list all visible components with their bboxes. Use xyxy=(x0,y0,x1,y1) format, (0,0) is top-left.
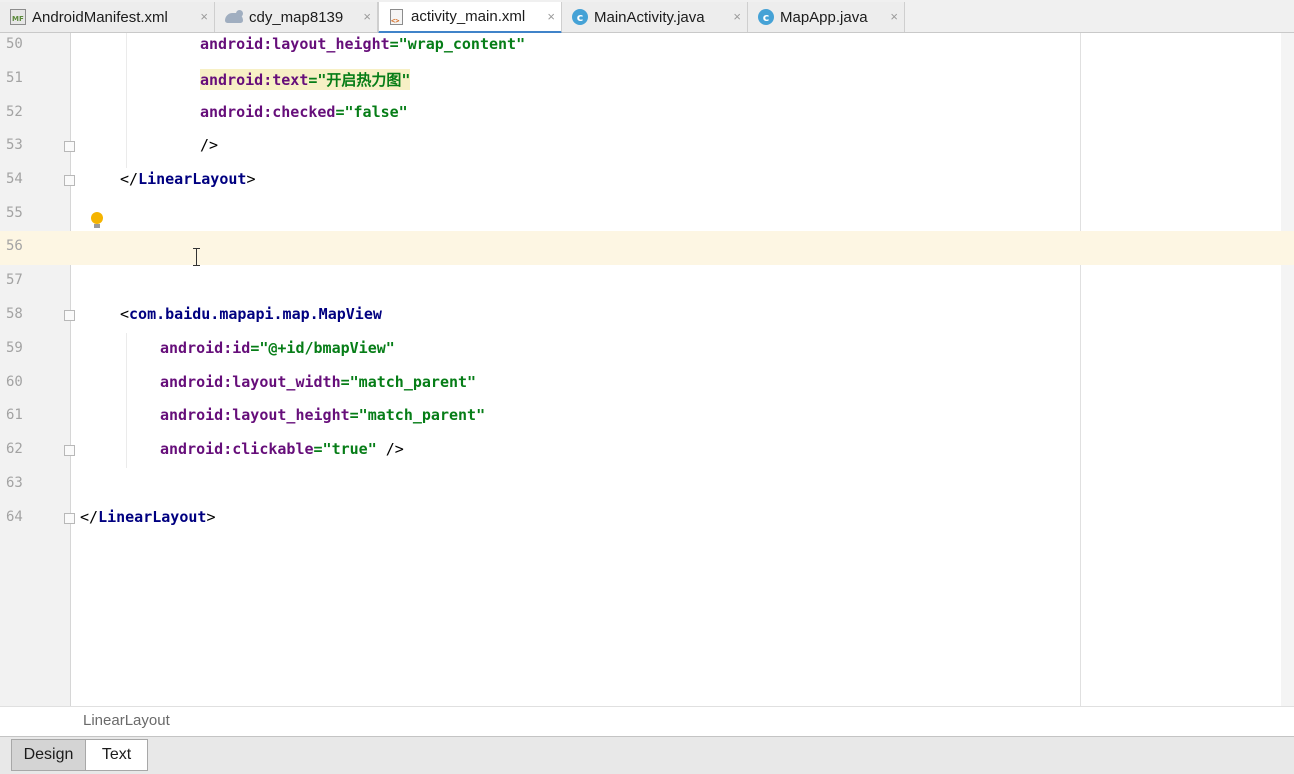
breadcrumb-item[interactable]: LinearLayout xyxy=(83,712,170,729)
tab-cdy-map8139[interactable]: cdy_map8139 × xyxy=(215,2,378,32)
tab-mainactivity[interactable]: c MainActivity.java × xyxy=(562,2,748,32)
tab-mapapp[interactable]: c MapApp.java × xyxy=(748,2,905,32)
java-class-icon: c xyxy=(758,9,774,25)
code-text: android:layout_height="match_parent" xyxy=(160,406,486,424)
fold-marker-icon[interactable] xyxy=(64,513,75,524)
code-line: 59 android:id="@+id/bmapView" xyxy=(0,333,1294,367)
fold-marker-icon[interactable] xyxy=(64,141,75,152)
close-icon[interactable]: × xyxy=(363,9,371,24)
code-line: 60 android:layout_width="match_parent" xyxy=(0,367,1294,401)
code-line: 57 xyxy=(0,265,1294,299)
code-text: android:clickable="true" /> xyxy=(160,440,404,458)
xml-file-icon: <> xyxy=(389,8,405,25)
fold-marker-icon[interactable] xyxy=(64,310,75,321)
line-number: 56 xyxy=(6,238,23,254)
view-mode-tabs: Design Text xyxy=(0,736,1294,774)
code-text: android:layout_width="match_parent" xyxy=(160,373,477,391)
code-text: android:layout_height="wrap_content" xyxy=(200,35,526,53)
code-text: android:id="@+id/bmapView" xyxy=(160,339,395,357)
close-icon[interactable]: × xyxy=(200,9,208,24)
code-text-highlighted: android:text="开启热力图" xyxy=(200,69,411,90)
line-number: 57 xyxy=(6,272,23,288)
code-line: 54 </LinearLayout> xyxy=(0,164,1294,198)
code-line: 63 xyxy=(0,468,1294,502)
fold-marker-icon[interactable] xyxy=(64,445,75,456)
code-text: <com.baidu.mapapi.map.MapView xyxy=(120,305,382,323)
code-line: 58 <com.baidu.mapapi.map.MapView xyxy=(0,299,1294,333)
tab-androidmanifest[interactable]: AndroidManifest.xml × xyxy=(0,2,215,32)
line-number: 60 xyxy=(6,374,23,390)
tab-label: MapApp.java xyxy=(780,8,868,26)
tab-label: activity_main.xml xyxy=(411,8,526,25)
lightbulb-icon[interactable] xyxy=(90,212,104,230)
code-line: 64 </LinearLayout> xyxy=(0,502,1294,536)
line-number: 53 xyxy=(6,137,23,153)
code-text: android:checked="false" xyxy=(200,103,408,121)
tab-text[interactable]: Text xyxy=(86,739,148,771)
line-number: 58 xyxy=(6,306,23,322)
line-number: 52 xyxy=(6,104,23,120)
tab-label: MainActivity.java xyxy=(594,8,705,26)
java-class-icon: c xyxy=(572,9,588,25)
code-text: /> xyxy=(200,136,219,154)
tab-label: AndroidManifest.xml xyxy=(32,8,168,26)
code-line: 52 android:checked="false" xyxy=(0,97,1294,131)
line-number: 51 xyxy=(6,70,23,86)
code-line: 51 android:text="开启热力图" xyxy=(0,63,1294,97)
manifest-file-icon xyxy=(10,9,26,25)
line-number: 55 xyxy=(6,205,23,221)
text-cursor-icon xyxy=(193,248,201,266)
breadcrumb: LinearLayout xyxy=(0,706,1294,736)
line-number: 62 xyxy=(6,441,23,457)
code-editor[interactable]: 50 android:layout_height="wrap_content" … xyxy=(0,33,1294,706)
tab-label: cdy_map8139 xyxy=(249,8,344,26)
gradle-elephant-icon xyxy=(225,10,243,24)
close-icon[interactable]: × xyxy=(547,9,555,24)
line-number: 63 xyxy=(6,475,23,491)
code-text: </LinearLayout> xyxy=(80,508,216,526)
line-number: 59 xyxy=(6,340,23,356)
code-line: 55 xyxy=(0,198,1294,232)
line-number: 61 xyxy=(6,407,23,423)
code-text: </LinearLayout> xyxy=(120,170,256,188)
code-line: 53 /> xyxy=(0,130,1294,164)
line-number: 50 xyxy=(6,36,23,52)
line-number: 64 xyxy=(6,509,23,525)
close-icon[interactable]: × xyxy=(733,9,741,24)
code-line: 62 android:clickable="true" /> xyxy=(0,434,1294,468)
tab-design[interactable]: Design xyxy=(11,739,86,771)
code-line: 61 android:layout_height="match_parent" xyxy=(0,400,1294,434)
code-line: 50 android:layout_height="wrap_content" xyxy=(0,29,1294,63)
close-icon[interactable]: × xyxy=(890,9,898,24)
line-number: 54 xyxy=(6,171,23,187)
fold-marker-icon[interactable] xyxy=(64,175,75,186)
